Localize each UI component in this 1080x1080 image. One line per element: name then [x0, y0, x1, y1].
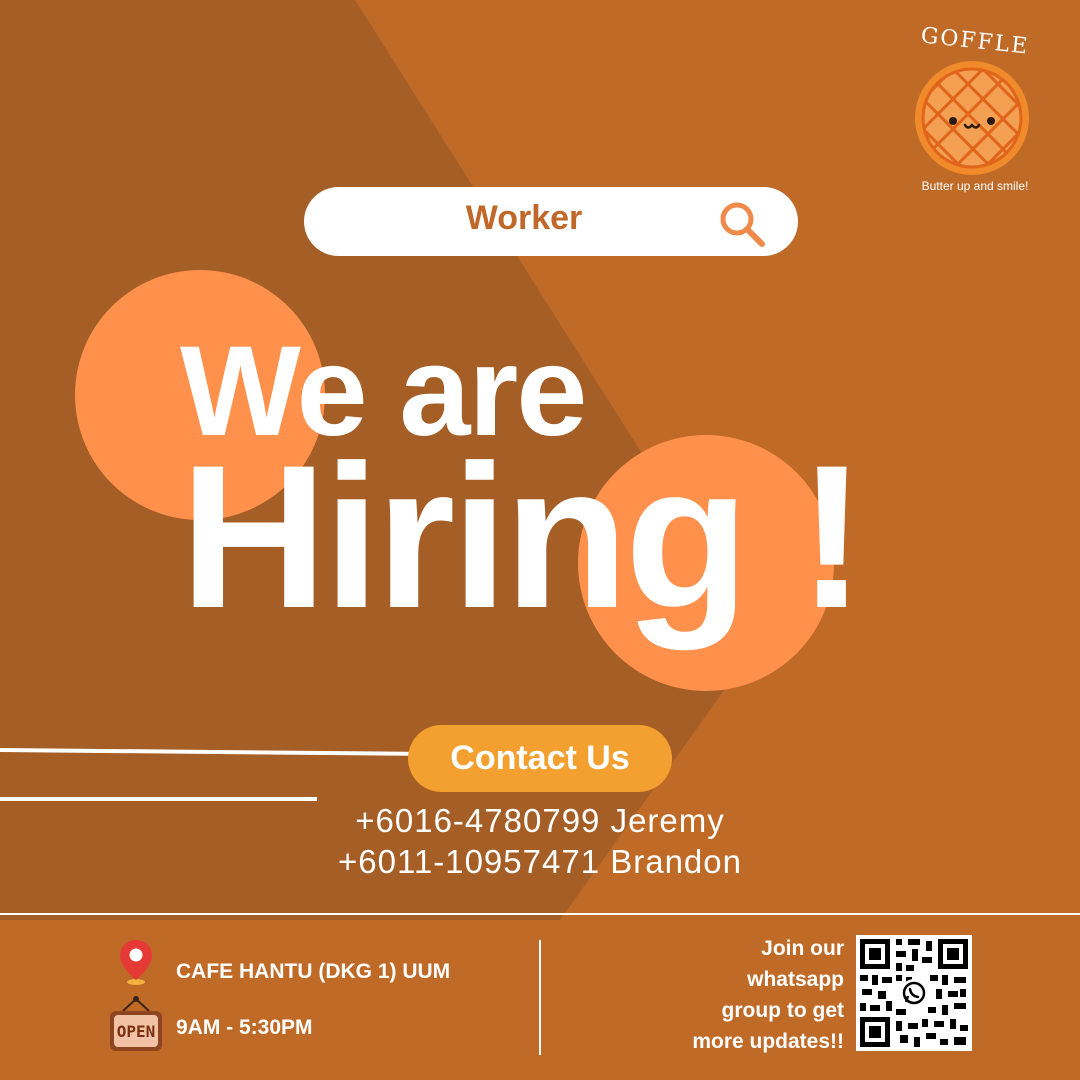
hiring-poster: GOFFLE Butter up and smile! Worker We ar… [0, 0, 1080, 1080]
brand-name: GOFFLE [919, 23, 1031, 60]
map-pin-icon [120, 940, 152, 985]
join-line: group to get [721, 999, 844, 1022]
location-text: CAFE HANTU (DKG 1) UUM [176, 960, 451, 983]
contact-us-button[interactable]: Contact Us [408, 725, 672, 792]
headline-hiring: Hiring ! [180, 423, 866, 651]
brand-tagline: Butter up and smile! [921, 179, 1029, 193]
phone-jeremy: +6016-4780799 Jeremy [355, 802, 725, 839]
join-line: Join our [761, 937, 844, 960]
opening-hours: 9AM - 5:30PM [176, 1016, 313, 1039]
whatsapp-qr-code[interactable] [856, 935, 972, 1051]
search-icon[interactable] [717, 199, 767, 249]
open-sign-icon: OPEN [110, 996, 162, 1051]
qr-code-image [860, 939, 968, 1047]
search-bar[interactable]: Worker [304, 187, 798, 256]
join-line: whatsapp [747, 968, 844, 991]
open-sign-label: OPEN [117, 1022, 156, 1041]
waffle-icon [915, 61, 1029, 175]
join-line: more updates!! [692, 1030, 844, 1053]
brand-logo: GOFFLE Butter up and smile! [895, 23, 1055, 200]
phone-brandon: +6011-10957471 Brandon [338, 843, 742, 880]
search-input-value[interactable]: Worker [434, 199, 614, 238]
join-whatsapp-text: Join our whatsapp group to get more upda… [650, 933, 844, 1057]
